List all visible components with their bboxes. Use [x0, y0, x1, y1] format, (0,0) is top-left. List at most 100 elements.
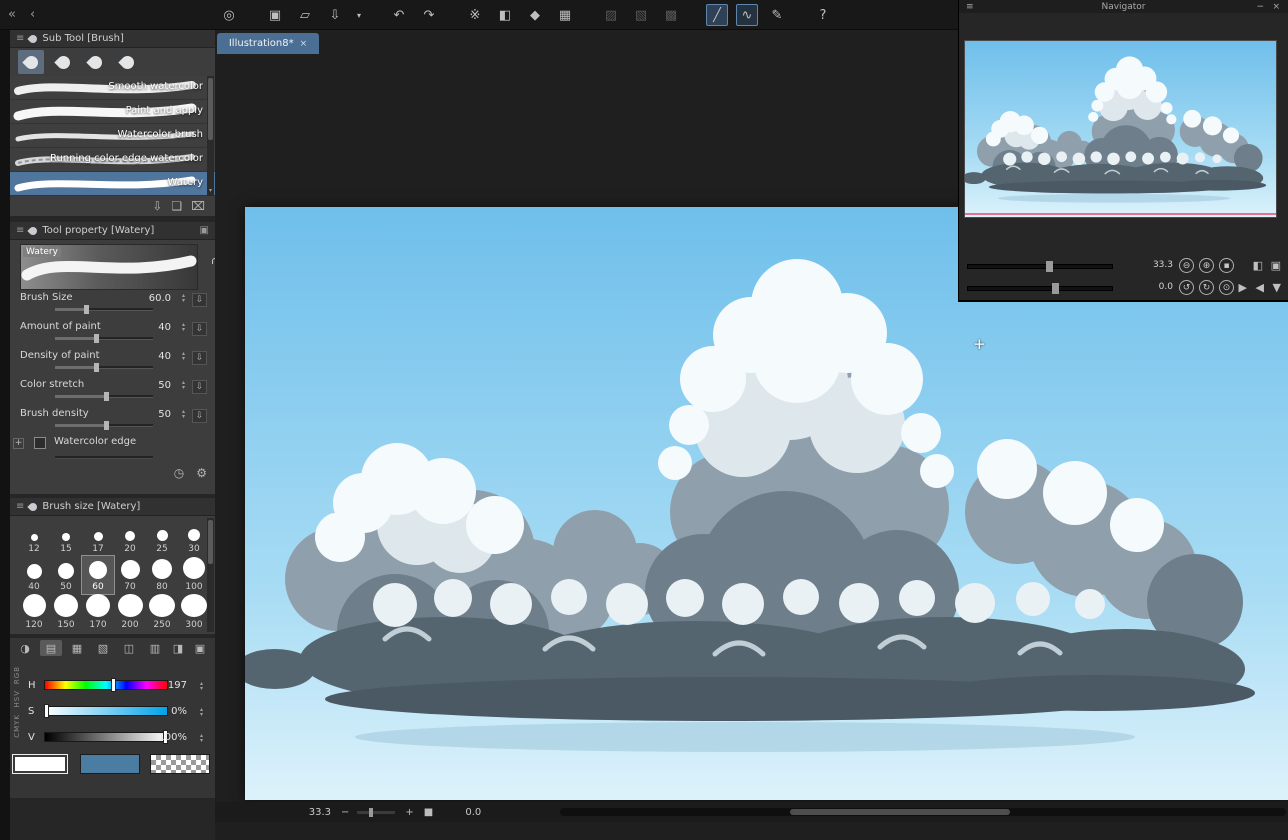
brush-density-slider[interactable] — [55, 421, 153, 430]
nav-flip-h-icon[interactable]: ▶ — [1239, 281, 1247, 294]
brush-size-150[interactable]: 150 — [50, 594, 82, 632]
brush-size-20[interactable]: 20 — [114, 518, 146, 556]
brush-size-12[interactable]: 12 — [18, 518, 50, 556]
hue-value[interactable]: 197 — [153, 680, 187, 691]
nav-rotate-left-icon[interactable]: ↺ — [1179, 280, 1194, 295]
brush-size-17[interactable]: 17 — [82, 518, 114, 556]
color-slider-icon[interactable]: ▤ — [40, 640, 62, 656]
subtool-panel-header[interactable]: ≡ Sub Tool [Brush] — [10, 30, 215, 48]
value-stepper[interactable]: ▴ ▾ — [182, 409, 185, 420]
value-stepper[interactable]: ▴ ▾ — [182, 351, 185, 362]
scroll-down-icon[interactable]: ▾ — [207, 186, 214, 195]
nav-fit-screen-icon[interactable]: ▣ — [1271, 259, 1281, 272]
density-of-paint-slider[interactable] — [55, 363, 153, 372]
nav-reset-view-icon[interactable]: ▼ — [1273, 281, 1281, 294]
tool-settings-icon[interactable]: ⚙ — [196, 466, 207, 480]
brush-size-170[interactable]: 170 — [82, 594, 114, 632]
status-fit-icon[interactable]: ■ — [424, 807, 433, 818]
subtool-item-watery[interactable]: Watery — [10, 172, 215, 196]
value-slider[interactable] — [44, 730, 168, 744]
color-wheel-icon[interactable]: ◑ — [14, 640, 36, 656]
expand-watercolor-edge-icon[interactable]: + — [13, 438, 24, 449]
snap-ruler-icon[interactable]: ╱ — [706, 4, 728, 26]
brush-size-40[interactable]: 40 — [18, 556, 50, 594]
brush-size-scrollbar[interactable] — [207, 518, 214, 632]
new-file-icon[interactable]: ▣ — [264, 4, 286, 26]
collapse-panels-icon[interactable]: « — [8, 7, 16, 22]
scrollbar-thumb[interactable] — [790, 809, 1010, 815]
navigator-titlebar[interactable]: ≡ Navigator − × — [959, 0, 1288, 13]
status-zoom-slider[interactable] — [357, 807, 396, 817]
approximate-color-icon[interactable]: ◫ — [118, 640, 140, 656]
select-shrink-icon[interactable]: ▧ — [630, 4, 652, 26]
subtool-scrollbar[interactable] — [207, 76, 214, 196]
brush-size-250[interactable]: 250 — [146, 594, 178, 632]
param-value[interactable]: 40 — [135, 351, 171, 362]
panel-detach-icon[interactable]: ▣ — [200, 225, 209, 236]
value-stepper[interactable]: ▴ ▾ — [200, 681, 203, 692]
nav-zoom-in-icon[interactable]: ⊕ — [1199, 258, 1214, 273]
clear-icon[interactable]: ※ — [464, 4, 486, 26]
fill-enclose-icon[interactable]: ◧ — [494, 4, 516, 26]
panel-menu-icon[interactable]: ≡ — [16, 33, 24, 44]
stroke-history-icon[interactable]: ◷ — [174, 466, 184, 480]
save-setting-icon[interactable]: ⇩ — [192, 293, 207, 307]
nav-zoom-100-icon[interactable]: ▪ — [1219, 258, 1234, 273]
minimize-icon[interactable]: − — [1256, 2, 1264, 12]
hue-slider[interactable] — [44, 678, 168, 692]
nav-flip-horizontal-icon[interactable]: ◧ — [1253, 259, 1263, 272]
panel-menu-icon[interactable]: ≡ — [16, 501, 24, 512]
watercolor-edge-slider[interactable] — [55, 456, 153, 459]
navigator-zoom-slider[interactable] — [967, 261, 1113, 272]
nav-reset-rotation-icon[interactable]: ⊙ — [1219, 280, 1234, 295]
brush-size-200[interactable]: 200 — [114, 594, 146, 632]
clip-studio-logo-icon[interactable]: ◎ — [218, 4, 240, 26]
brush-size-slider[interactable] — [55, 305, 153, 314]
navigator-thumbnail[interactable] — [964, 40, 1277, 218]
tab-close-icon[interactable]: × — [300, 39, 308, 49]
brush-size-25[interactable]: 25 — [146, 518, 178, 556]
copy-subtool-icon[interactable]: ❏ — [171, 199, 182, 213]
intermediate-color-icon[interactable]: ▧ — [92, 640, 114, 656]
subtool-group-1[interactable] — [18, 50, 44, 74]
subtool-item-running-color-edge[interactable]: Running color edge watercolor — [10, 148, 215, 172]
param-value[interactable]: 50 — [135, 409, 171, 420]
document-tab[interactable]: Illustration8* × — [217, 33, 319, 54]
saturation-slider[interactable] — [44, 704, 168, 718]
save-menu-caret-icon[interactable]: ▾ — [354, 4, 364, 26]
redo-icon[interactable]: ↷ — [418, 4, 440, 26]
delete-subtool-icon[interactable]: ⌧ — [191, 199, 205, 213]
undo-icon[interactable]: ↶ — [388, 4, 410, 26]
snap-special-ruler-icon[interactable]: ∿ — [736, 4, 758, 26]
save-icon[interactable]: ⇩ — [324, 4, 346, 26]
brush-size-100[interactable]: 100 — [178, 556, 210, 594]
save-setting-icon[interactable]: ⇩ — [192, 351, 207, 365]
value-stepper[interactable]: ▴ ▾ — [182, 322, 185, 333]
paint-bucket-icon[interactable]: ◆ — [524, 4, 546, 26]
close-icon[interactable]: × — [1272, 2, 1280, 12]
brush-size-30[interactable]: 30 — [178, 518, 210, 556]
subtool-group-3[interactable] — [82, 50, 108, 74]
nav-rotate-right-icon[interactable]: ↻ — [1199, 280, 1214, 295]
tool-property-header[interactable]: ≡ Tool property [Watery] ▣ — [10, 222, 215, 240]
subtool-item-smooth-watercolor[interactable]: Smooth watercolor — [10, 76, 215, 100]
open-file-icon[interactable]: ▱ — [294, 4, 316, 26]
panel-menu-icon[interactable]: ≡ — [16, 225, 24, 236]
brush-size-70[interactable]: 70 — [114, 556, 146, 594]
navigator-rotate-slider[interactable] — [967, 283, 1113, 294]
sub-color-swatch[interactable] — [80, 754, 140, 774]
save-setting-icon[interactable]: ⇩ — [192, 322, 207, 336]
select-invert-icon[interactable]: ▩ — [660, 4, 682, 26]
save-setting-icon[interactable]: ⇩ — [192, 380, 207, 394]
color-mixer-icon[interactable]: ◨ — [167, 640, 189, 656]
brush-size-header[interactable]: ≡ Brush size [Watery] — [10, 498, 215, 516]
value-value[interactable]: 100% — [153, 732, 187, 743]
value-stepper[interactable]: ▴ ▾ — [200, 733, 203, 744]
navigator-menu-icon[interactable]: ≡ — [966, 2, 974, 12]
value-stepper[interactable]: ▴ ▾ — [200, 707, 203, 718]
brush-size-50[interactable]: 50 — [50, 556, 82, 594]
amount-of-paint-slider[interactable] — [55, 334, 153, 343]
slider-knob[interactable] — [1052, 283, 1059, 294]
scrollbar-thumb[interactable] — [208, 520, 213, 564]
color-stretch-slider[interactable] — [55, 392, 153, 401]
